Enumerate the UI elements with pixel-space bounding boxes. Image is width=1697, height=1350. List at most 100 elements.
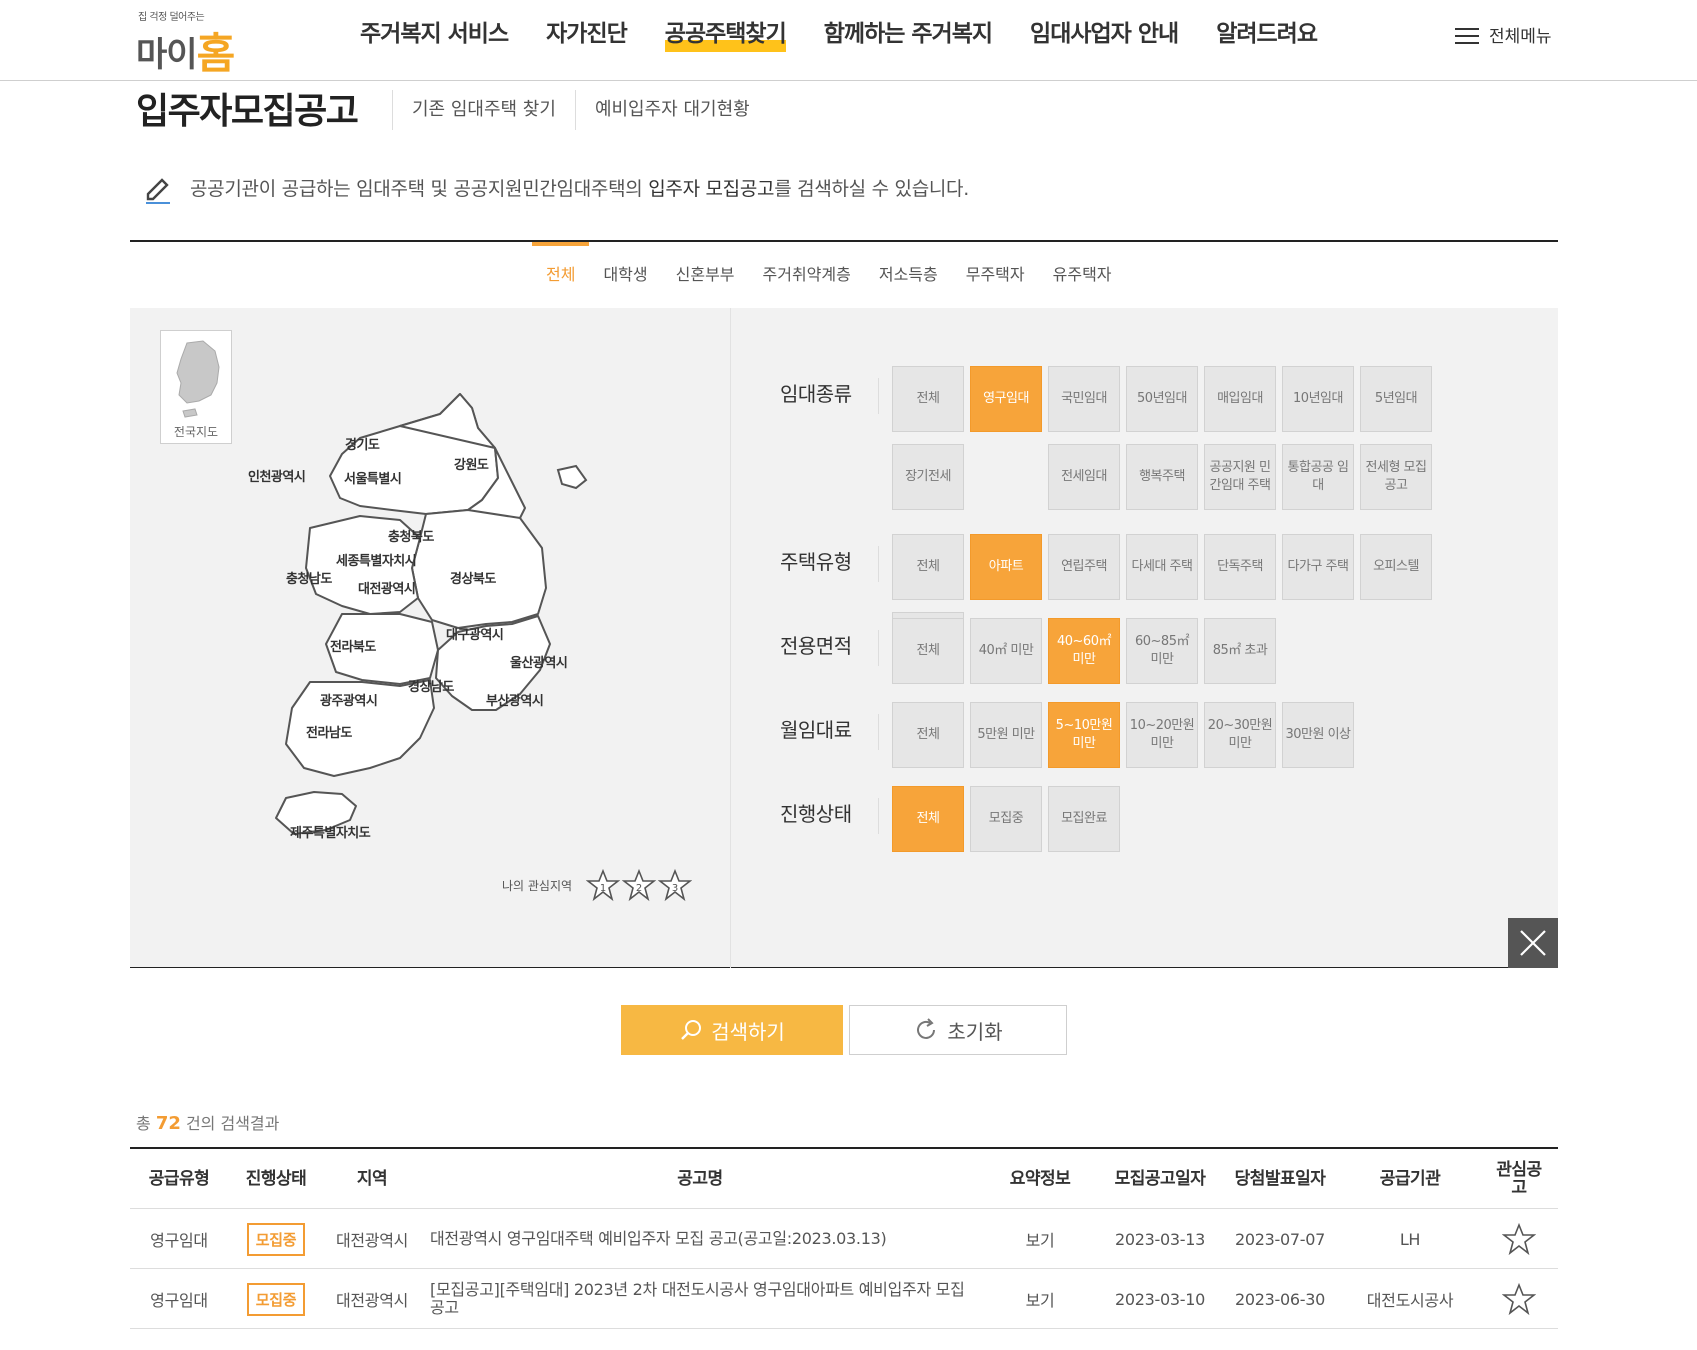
col-region[interactable]: 지역: [324, 1149, 420, 1209]
filter-option-rent-type[interactable]: 통합공공 임대: [1282, 444, 1354, 510]
filter-option-rent[interactable]: 5만원 미만: [970, 702, 1042, 768]
nav-landlord-guide[interactable]: 임대사업자 안내: [1030, 14, 1179, 52]
filter-option-rent[interactable]: 30만원 이상: [1282, 702, 1354, 768]
logo-text: 마이홈: [136, 29, 235, 78]
region-gangwon[interactable]: 강원도: [454, 454, 489, 473]
nav-housing-welfare-service[interactable]: 주거복지 서비스: [360, 14, 509, 52]
filter-option-area[interactable]: 60~85㎡ 미만: [1126, 618, 1198, 684]
national-map-label: 전국지도: [173, 425, 219, 439]
star-icon[interactable]: [1502, 1282, 1536, 1316]
national-map-icon: [176, 340, 220, 418]
filter-option-rent[interactable]: 10~20만원 미만: [1126, 702, 1198, 768]
nav-notices[interactable]: 알려드려요: [1216, 14, 1318, 52]
filter-option-rent-type[interactable]: 50년임대: [1126, 366, 1198, 432]
row-summary-link[interactable]: 보기: [980, 1269, 1100, 1329]
col-result-date[interactable]: 당첨발표일자: [1220, 1149, 1340, 1209]
region-jeonnam[interactable]: 전라남도: [306, 722, 352, 741]
filter-option-rent-type[interactable]: 전세형 모집공고: [1360, 444, 1432, 510]
tab-college-student[interactable]: 대학생: [589, 242, 661, 308]
filter-option-rent-type[interactable]: 전세임대: [1048, 444, 1120, 510]
region-daegu[interactable]: 대구광역시: [446, 624, 504, 643]
filter-option-rent-type[interactable]: 매입임대: [1204, 366, 1276, 432]
filter-option-status[interactable]: 모집완료: [1048, 786, 1120, 852]
nav-together-welfare[interactable]: 함께하는 주거복지: [824, 14, 993, 52]
filter-option-house-type[interactable]: 오피스텔: [1360, 534, 1432, 600]
filter-option-area[interactable]: 40㎡ 미만: [970, 618, 1042, 684]
region-sejong[interactable]: 세종특별자치시: [336, 550, 417, 569]
col-agency[interactable]: 공급기관: [1340, 1149, 1480, 1209]
filter-option-house-type[interactable]: 아파트: [970, 534, 1042, 600]
col-title[interactable]: 공고명: [420, 1149, 980, 1209]
all-menu-label: 전체메뉴: [1489, 27, 1552, 47]
filter-option-rent-type[interactable]: 10년임대: [1282, 366, 1354, 432]
region-chungnam[interactable]: 충청남도: [286, 568, 332, 587]
filter-option-rent[interactable]: 20~30만원 미만: [1204, 702, 1276, 768]
filter-option-rent-type[interactable]: 국민임대: [1048, 366, 1120, 432]
row-summary-link[interactable]: 보기: [980, 1209, 1100, 1269]
logo[interactable]: 집 걱정 덜어주는 마이홈: [136, 4, 266, 78]
tab-homeless[interactable]: 무주택자: [952, 242, 1039, 308]
favorite-star-icon-2[interactable]: 2: [622, 868, 657, 902]
filter-options-rent-type: 전체 영구임대 국민임대 50년임대 매입임대 10년임대 5년임대장기전세 전세임대 행복주택…: [892, 366, 1512, 522]
global-header: 집 걱정 덜어주는 마이홈 주거복지 서비스 자가진단 공공주택찾기 함께하는 …: [0, 0, 1697, 81]
region-incheon[interactable]: 인천광역시: [248, 466, 306, 485]
filter-option-house-type[interactable]: 연립주택: [1048, 534, 1120, 600]
nav-public-housing-search[interactable]: 공공주택찾기: [664, 14, 787, 52]
region-busan[interactable]: 부산광역시: [486, 690, 544, 709]
filter-option-area[interactable]: 전체: [892, 618, 964, 684]
filter-option-house-type[interactable]: 단독주택: [1204, 534, 1276, 600]
col-notice-date[interactable]: 모집공고일자: [1100, 1149, 1220, 1209]
region-gyeongbuk[interactable]: 경상북도: [450, 568, 496, 587]
tab-vulnerable[interactable]: 주거취약계층: [749, 242, 865, 308]
table-row[interactable]: 영구임대 모집중 대전광역시 [모집공고][주택임대] 2023년 2차 대전도…: [130, 1269, 1558, 1329]
filter-option-status[interactable]: 전체: [892, 786, 964, 852]
filter-option-rent-type[interactable]: 5년임대: [1360, 366, 1432, 432]
star-icon[interactable]: [1502, 1222, 1536, 1256]
col-status[interactable]: 진행상태: [228, 1149, 324, 1209]
col-favorite[interactable]: 관심공고: [1490, 1149, 1548, 1209]
reset-button[interactable]: 초기화: [849, 1005, 1067, 1055]
col-supply-type[interactable]: 공급유형: [130, 1149, 228, 1209]
filter-option-rent-type[interactable]: 행복주택: [1126, 444, 1198, 510]
region-gwangju[interactable]: 광주광역시: [320, 690, 378, 709]
region-gyeongnam[interactable]: 경상남도: [408, 676, 454, 695]
region-seoul[interactable]: 서울특별시: [344, 468, 402, 487]
link-waiting-status[interactable]: 예비입주자 대기현황: [574, 90, 769, 130]
all-menu-button[interactable]: 전체메뉴: [1455, 22, 1552, 47]
filter-option-house-type[interactable]: 전체: [892, 534, 964, 600]
nav-self-diagnosis[interactable]: 자가진단: [546, 14, 628, 52]
tab-low-income[interactable]: 저소득층: [865, 242, 952, 308]
tab-newlywed[interactable]: 신혼부부: [662, 242, 749, 308]
region-daejeon[interactable]: 대전광역시: [358, 578, 416, 597]
filter-option-house-type[interactable]: 다세대 주택: [1126, 534, 1198, 600]
region-gyeonggi[interactable]: 경기도: [345, 434, 380, 453]
national-map-button[interactable]: 전국지도: [160, 330, 232, 444]
col-summary[interactable]: 요약정보: [980, 1149, 1100, 1209]
region-ulsan[interactable]: 울산광역시: [510, 652, 568, 671]
row-title-link[interactable]: 대전광역시 영구임대주택 예비입주자 모집 공고(공고일:2023.03.13): [430, 1209, 980, 1269]
filter-option-rent-type[interactable]: 장기전세: [892, 444, 964, 510]
filter-option-area[interactable]: 40~60㎡ 미만: [1048, 618, 1120, 684]
filter-option-rent-type[interactable]: 전체: [892, 366, 964, 432]
filter-option-status[interactable]: 모집중: [970, 786, 1042, 852]
filter-option-rent[interactable]: 전체: [892, 702, 964, 768]
filter-label-house-type: 주택유형: [780, 550, 852, 574]
search-button[interactable]: 검색하기: [621, 1005, 843, 1055]
filter-option-area[interactable]: 85㎡ 초과: [1204, 618, 1276, 684]
filter-option-house-type[interactable]: 다가구 주택: [1282, 534, 1354, 600]
tab-homeowner[interactable]: 유주택자: [1039, 242, 1126, 308]
filter-option-rent-type[interactable]: 공공지원 민간임대 주택: [1204, 444, 1276, 510]
region-jeju[interactable]: 제주특별자치도: [290, 822, 371, 841]
filter-option-rent[interactable]: 5~10만원 미만: [1048, 702, 1120, 768]
link-existing-rental[interactable]: 기존 임대주택 찾기: [392, 90, 575, 130]
favorite-star-icon-1[interactable]: 1: [586, 868, 621, 902]
favorite-star-icon-3[interactable]: 3: [658, 868, 693, 902]
row-title-link[interactable]: [모집공고][주택임대] 2023년 2차 대전도시공사 영구임대아파트 예비입…: [430, 1269, 980, 1329]
region-jeonbuk[interactable]: 전라북도: [330, 636, 376, 655]
filter-option-rent-type[interactable]: 영구임대: [970, 366, 1042, 432]
korea-region-map[interactable]: 경기도 강원도 인천광역시 서울특별시 충청북도 세종특별자치시 충청남도 대전…: [248, 388, 670, 908]
region-chungbuk[interactable]: 충청북도: [388, 526, 434, 545]
close-panel-button[interactable]: [1508, 918, 1558, 968]
table-row[interactable]: 영구임대 모집중 대전광역시 대전광역시 영구임대주택 예비입주자 모집 공고(…: [130, 1209, 1558, 1269]
tab-all[interactable]: 전체: [532, 242, 590, 308]
